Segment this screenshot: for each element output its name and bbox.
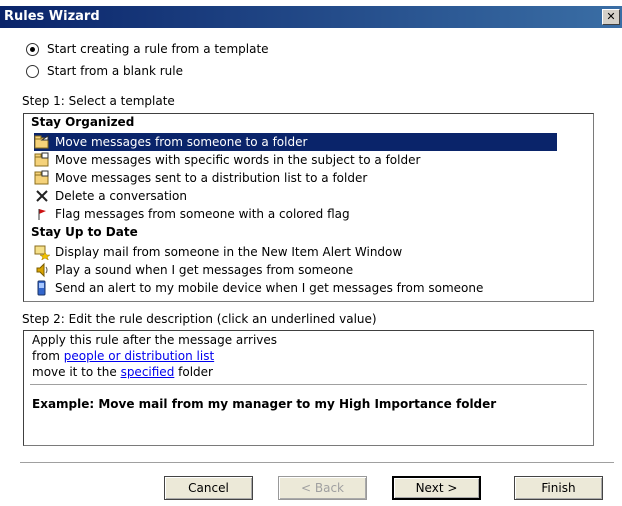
radio-template[interactable]	[26, 42, 39, 56]
template-item-move-from-someone[interactable]: Move messages from someone to a folder	[34, 133, 557, 151]
template-item-label: Play a sound when I get messages from so…	[55, 263, 354, 277]
group-header-stay-up-to-date: Stay Up to Date	[31, 225, 138, 239]
finish-button[interactable]: Finish	[514, 476, 603, 500]
template-item-flag-messages[interactable]: Flag messages from someone with a colore…	[34, 205, 534, 223]
step1-label: Step 1: Select a template	[22, 94, 175, 108]
desc-move-prefix: move it to the	[32, 365, 121, 379]
template-item-mobile-alert[interactable]: Send an alert to my mobile device when I…	[34, 279, 534, 297]
template-item-display-alert-window[interactable]: Display mail from someone in the New Ite…	[34, 243, 534, 261]
bottom-divider	[20, 462, 614, 464]
template-item-label: Delete a conversation	[55, 189, 187, 203]
radio-blank[interactable]	[26, 64, 39, 78]
delete-x-icon	[34, 188, 50, 204]
back-button[interactable]: < Back	[278, 476, 367, 500]
radio-blank-option[interactable]: Start from a blank rule	[26, 62, 183, 80]
alert-window-icon	[34, 244, 50, 260]
move-folder-icon	[34, 134, 50, 150]
flag-icon	[34, 206, 50, 222]
desc-line-apply: Apply this rule after the message arrive…	[32, 333, 278, 347]
link-people-or-distribution-list[interactable]: people or distribution list	[64, 349, 214, 363]
rules-wizard-dialog: Rules Wizard ✕ Start creating a rule fro…	[0, 0, 622, 506]
move-folder-icon	[34, 152, 50, 168]
radio-template-option[interactable]: Start creating a rule from a template	[26, 40, 269, 58]
description-divider	[30, 384, 587, 385]
cancel-button[interactable]: Cancel	[164, 476, 253, 500]
template-item-label: Move messages sent to a distribution lis…	[55, 171, 368, 185]
close-icon: ✕	[606, 10, 616, 23]
step2-label: Step 2: Edit the rule description (click…	[22, 312, 377, 326]
template-item-label: Move messages from someone to a folder	[55, 135, 308, 149]
template-item-delete-conversation[interactable]: Delete a conversation	[34, 187, 534, 205]
desc-line-from: from people or distribution list	[32, 349, 214, 363]
template-item-play-sound[interactable]: Play a sound when I get messages from so…	[34, 261, 534, 279]
rule-description-box: Apply this rule after the message arrive…	[23, 330, 594, 446]
link-specified-folder[interactable]: specified	[121, 365, 175, 379]
template-list[interactable]: Stay Organized Move messages from someon…	[23, 113, 594, 302]
template-item-label: Move messages with specific words in the…	[55, 153, 421, 167]
template-item-label: Display mail from someone in the New Ite…	[55, 245, 403, 259]
desc-from-prefix: from	[32, 349, 64, 363]
sound-icon	[34, 262, 50, 278]
desc-move-suffix: folder	[174, 365, 213, 379]
move-folder-icon	[34, 170, 50, 186]
group-header-stay-organized: Stay Organized	[31, 115, 135, 129]
template-item-label: Send an alert to my mobile device when I…	[55, 281, 484, 295]
radio-template-label: Start creating a rule from a template	[47, 42, 269, 56]
mobile-device-icon	[34, 280, 50, 296]
desc-line-move: move it to the specified folder	[32, 365, 213, 379]
window-title: Rules Wizard	[4, 9, 100, 24]
close-button[interactable]: ✕	[602, 9, 620, 25]
title-bar: Rules Wizard ✕	[0, 6, 622, 28]
template-item-move-specific-words[interactable]: Move messages with specific words in the…	[34, 151, 534, 169]
example-text: Example: Move mail from my manager to my…	[32, 397, 497, 411]
template-item-label: Flag messages from someone with a colore…	[55, 207, 350, 221]
radio-blank-label: Start from a blank rule	[47, 64, 183, 78]
template-item-move-distribution-list[interactable]: Move messages sent to a distribution lis…	[34, 169, 534, 187]
next-button[interactable]: Next >	[392, 476, 481, 500]
